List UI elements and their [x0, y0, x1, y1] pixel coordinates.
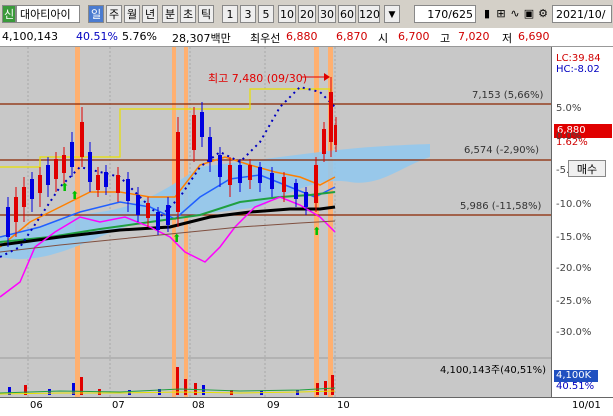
volume-value: 4,100,143	[2, 30, 58, 43]
price-line-label-7153: 7,153 (5,66%)	[472, 90, 544, 101]
low-label: 저	[502, 32, 513, 45]
axis-pct-label: -10.0%	[556, 199, 592, 210]
low-value: 6,690	[518, 30, 550, 43]
buy-signal-arrow-icon: ⬆	[172, 232, 181, 245]
volume-pct: 40.51%	[556, 381, 595, 392]
highlight-column	[172, 47, 176, 397]
save-icon[interactable]: ▣	[522, 5, 536, 23]
grid-icon[interactable]: ⊞	[494, 5, 508, 23]
price-axis: LC:39.84 HC:-8.02 5.0% 6,880 1.62% 0.0% …	[551, 47, 613, 397]
best-ask-label: 최우선	[250, 32, 281, 45]
high-value: 7,020	[458, 30, 490, 43]
month-label: 09	[267, 400, 280, 411]
settings-icon[interactable]: ⚙	[536, 5, 550, 23]
month-label: 10	[337, 400, 350, 411]
month-label: 08	[192, 400, 205, 411]
tab-week[interactable]: 주	[106, 5, 122, 23]
price-line-label-5986: 5,986 (-11,58%)	[460, 201, 542, 212]
market-badge: 신	[2, 5, 16, 23]
date-axis: 06 07 08 09 10 10/01	[0, 397, 613, 416]
interval-button[interactable]: 60	[338, 5, 356, 23]
date-input[interactable]: 2021/10/	[552, 5, 612, 23]
candle-type-icon[interactable]: ▮	[480, 5, 494, 23]
interval-button[interactable]: 20	[298, 5, 316, 23]
axis-pct-label: -15.0%	[556, 232, 592, 243]
buy-signal-arrow-icon: ⬆	[312, 225, 321, 238]
open-label: 시	[378, 32, 389, 45]
stock-name-field[interactable]: 대아티아이	[16, 5, 80, 23]
volume-ratio: 40.51%	[76, 30, 118, 43]
axis-pct-label: -20.0%	[556, 263, 592, 274]
toolbar: 신 대아티아이 일 주 월 년 분 초 틱 1 3 5 10 20 30 60 …	[0, 0, 613, 29]
tab-month[interactable]: 월	[124, 5, 140, 23]
interval-button[interactable]: 10	[278, 5, 296, 23]
interval-button[interactable]: 1	[222, 5, 238, 23]
count-input[interactable]: 170/625	[414, 5, 476, 23]
month-label: 07	[112, 400, 125, 411]
interval-button[interactable]: 30	[318, 5, 336, 23]
best-ask-1: 6,880	[286, 30, 318, 43]
price-chart-svg: ⬆ ⬆ ⬆ ⬆	[0, 47, 551, 397]
price-line-label-6574: 6,574 (-2,90%)	[464, 145, 539, 156]
buy-button[interactable]: 매수	[568, 160, 606, 177]
interval-dropdown-icon[interactable]: ▼	[384, 5, 400, 23]
tab-minute[interactable]: 분	[162, 5, 178, 23]
high-price-annotation: 최고 7,480 (09/30)	[208, 72, 308, 85]
trade-amount: 28,307백만	[172, 32, 231, 45]
quote-info-bar: 4,100,143 40.51% 5.76% 28,307백만 최우선 6,88…	[0, 28, 613, 47]
line-chart-icon[interactable]: ∿	[508, 5, 522, 23]
interval-button[interactable]: 5	[258, 5, 274, 23]
axis-date-label: 10/01	[572, 400, 601, 411]
month-label: 06	[30, 400, 43, 411]
hc-label: HC:-8.02	[556, 64, 600, 75]
tab-day[interactable]: 일	[88, 5, 104, 23]
high-label: 고	[440, 32, 451, 45]
axis-pct-label: -30.0%	[556, 327, 592, 338]
axis-pct-label: -25.0%	[556, 296, 592, 307]
axis-pct-label: 0.0%	[556, 131, 582, 142]
buy-signal-arrow-icon: ⬆	[60, 181, 69, 194]
interval-button[interactable]: 3	[240, 5, 256, 23]
buy-signal-arrow-icon: ⬆	[70, 189, 79, 202]
change-percent: 5.76%	[122, 30, 157, 43]
interval-button[interactable]: 120	[358, 5, 380, 23]
tab-second[interactable]: 초	[180, 5, 196, 23]
volume-label: 4,100,143주(40,51%)	[440, 365, 547, 376]
open-value: 6,700	[398, 30, 430, 43]
tab-year[interactable]: 년	[142, 5, 158, 23]
best-ask-2: 6,870	[336, 30, 368, 43]
tab-tick[interactable]: 틱	[198, 5, 214, 23]
price-chart[interactable]: ⬆ ⬆ ⬆ ⬆ 최고 7,480 (09/30) 7,153 (5,66%) 6…	[0, 47, 551, 397]
axis-pct-label: 5.0%	[556, 103, 582, 114]
lc-label: LC:39.84	[556, 53, 601, 64]
